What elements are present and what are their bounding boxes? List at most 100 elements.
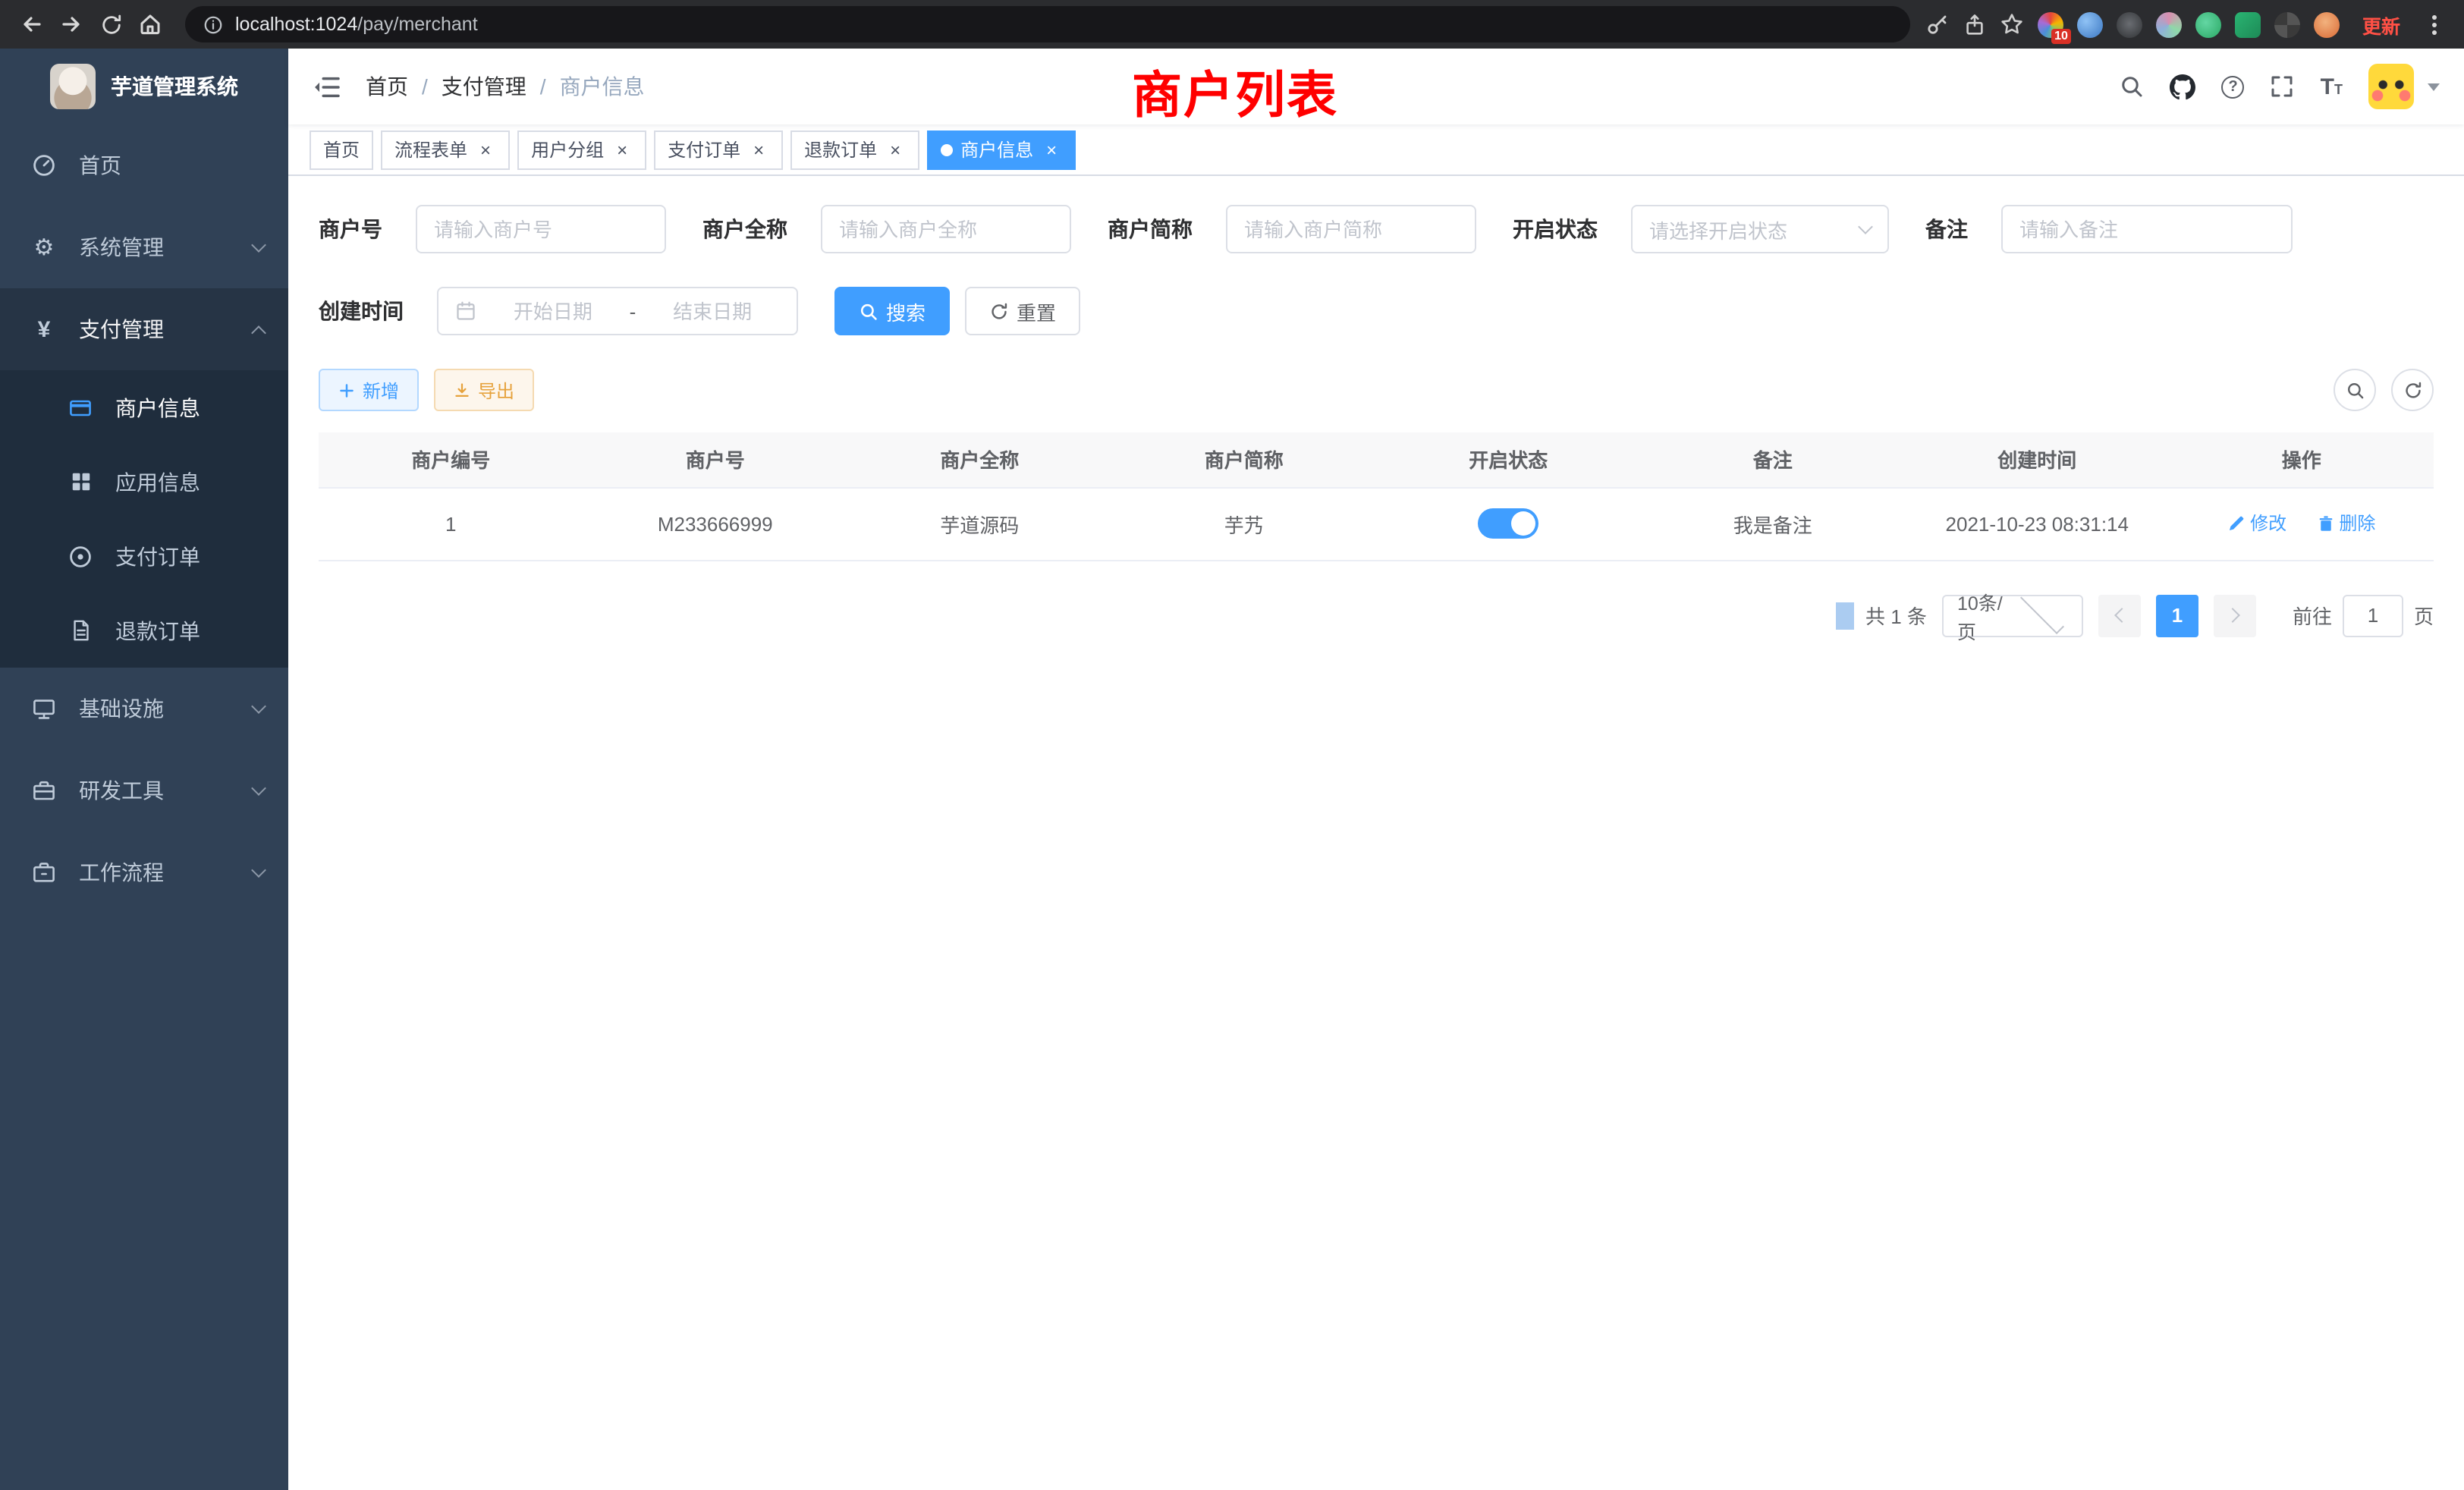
reset-button[interactable]: 重置 [965,287,1080,335]
edit-link[interactable]: 修改 [2227,511,2286,536]
tab-pay-orders[interactable]: 支付订单 × [654,130,783,169]
tab-user-group[interactable]: 用户分组 × [517,130,646,169]
search-button[interactable]: 搜索 [834,287,950,335]
full-name-item: 商户全称 [702,205,1071,253]
sidebar: 芋道管理系统 首页 ⚙ 系统管理 ¥ 支付管理 [0,49,288,1490]
user-avatar[interactable] [2368,64,2414,109]
home-icon[interactable] [130,5,170,44]
status-toggle[interactable] [1478,508,1538,539]
goto-page-input[interactable] [2343,594,2403,637]
merchant-no-field[interactable] [416,205,666,253]
col-full-name: 商户全称 [847,432,1112,487]
prev-page-button[interactable] [2098,594,2141,637]
app-logo[interactable]: 芋道管理系统 [0,49,288,124]
sidebar-item-system[interactable]: ⚙ 系统管理 [0,206,288,288]
bookmark-star-icon[interactable] [2000,12,2024,36]
grid-icon [67,470,94,493]
tab-process-form[interactable]: 流程表单 × [381,130,510,169]
tab-close-icon[interactable]: × [611,139,633,160]
github-icon[interactable] [2170,74,2196,99]
share-icon[interactable] [1963,13,1986,36]
breadcrumb-payment[interactable]: 支付管理 [442,71,526,102]
next-page-button[interactable] [2214,594,2256,637]
tab-merchant-info[interactable]: 商户信息 × [927,130,1076,169]
tab-close-icon[interactable]: × [885,139,906,160]
fullscreen-icon[interactable] [2271,74,2295,99]
back-icon[interactable] [12,5,52,44]
tab-close-icon[interactable]: × [1041,139,1062,160]
profile-avatar-icon[interactable] [2314,11,2340,37]
sidebar-item-infrastructure[interactable]: 基础设施 [0,668,288,750]
tab-label: 流程表单 [394,137,467,162]
merchant-no-input[interactable] [434,218,648,240]
cell-create-time: 2021-10-23 08:31:14 [1905,487,2170,560]
refresh-icon[interactable] [91,5,130,44]
cell-short-name: 芋艿 [1112,487,1377,560]
page-size-select[interactable]: 10条/页 [1942,594,2083,637]
password-key-icon[interactable] [1925,12,1950,36]
sidebar-menu: 首页 ⚙ 系统管理 ¥ 支付管理 [0,124,288,913]
font-size-icon[interactable]: TT [2321,74,2343,99]
tab-refund-orders[interactable]: 退款订单 × [790,130,919,169]
extension-icon-green-circle[interactable] [2195,11,2221,37]
breadcrumb-current: 商户信息 [560,71,645,102]
start-date-input[interactable] [486,300,621,322]
toggle-search-icon[interactable] [2334,369,2376,411]
add-button[interactable]: 新增 [319,369,419,411]
extension-icon-colorful[interactable]: 10 [2038,11,2063,37]
gear-icon: ⚙ [30,234,58,261]
sidebar-item-workflow[interactable]: 工作流程 [0,831,288,913]
forward-icon[interactable] [52,5,91,44]
short-name-input[interactable] [1244,218,1458,240]
browser-menu-icon[interactable] [2423,8,2446,40]
url-bar[interactable]: localhost:1024/pay/merchant [185,6,1910,42]
delete-link[interactable]: 删除 [2316,511,2375,536]
remark-input[interactable] [2019,218,2274,240]
sidebar-item-app-info[interactable]: 应用信息 [0,445,288,519]
extension-icon-pinwheel[interactable] [2274,11,2300,37]
page-size-value: 10条/页 [1957,586,2007,644]
header-search-icon[interactable] [2120,74,2145,99]
sidebar-item-label: 商户信息 [115,392,200,423]
sidebar-item-home[interactable]: 首页 [0,124,288,206]
browser-update-button[interactable]: 更新 [2353,5,2409,43]
status-item: 开启状态 请选择开启状态 [1513,205,1889,253]
tab-close-icon[interactable]: × [748,139,769,160]
table-toolbar: 新增 导出 [319,369,2434,411]
end-date-input[interactable] [645,300,780,322]
chevron-down-icon [251,862,266,877]
refresh-table-icon[interactable] [2391,369,2434,411]
url-path: /pay/merchant [357,14,477,35]
sidebar-item-refund-orders[interactable]: 退款订单 [0,593,288,668]
merchant-no-label: 商户号 [319,214,382,244]
avatar-caret-icon[interactable] [2428,83,2440,90]
pagination: 共 1 条 10条/页 1 前往 页 [319,594,2434,637]
export-button[interactable]: 导出 [434,369,534,411]
status-select[interactable]: 请选择开启状态 [1631,205,1889,253]
sidebar-item-label: 研发工具 [79,775,164,806]
help-icon[interactable]: ? [2222,75,2245,98]
breadcrumb-home[interactable]: 首页 [366,71,408,102]
sidebar-toggle-icon[interactable] [313,72,341,101]
page-1-button[interactable]: 1 [2156,594,2198,637]
extension-icon-avatar[interactable] [2156,11,2182,37]
tab-home[interactable]: 首页 [310,130,373,169]
sidebar-item-label: 退款订单 [115,615,200,646]
create-time-range-picker[interactable]: - [437,287,798,335]
full-name-input[interactable] [839,218,1053,240]
sidebar-item-merchant-info[interactable]: 商户信息 [0,370,288,445]
tab-close-icon[interactable]: × [475,139,496,160]
sidebar-item-dev-tools[interactable]: 研发工具 [0,750,288,831]
short-name-label: 商户简称 [1108,214,1193,244]
sidebar-item-pay-orders[interactable]: 支付订单 [0,519,288,593]
col-actions: 操作 [2170,432,2434,487]
remark-field[interactable] [2001,205,2293,253]
chevron-down-icon [251,237,266,252]
short-name-field[interactable] [1226,205,1476,253]
extension-icon-blue[interactable] [2077,11,2103,37]
extension-icon-green-square[interactable] [2235,11,2261,37]
full-name-field[interactable] [821,205,1071,253]
extension-icon-dark[interactable] [2117,11,2142,37]
page-info-icon[interactable] [203,14,223,34]
sidebar-item-payment[interactable]: ¥ 支付管理 [0,288,288,370]
